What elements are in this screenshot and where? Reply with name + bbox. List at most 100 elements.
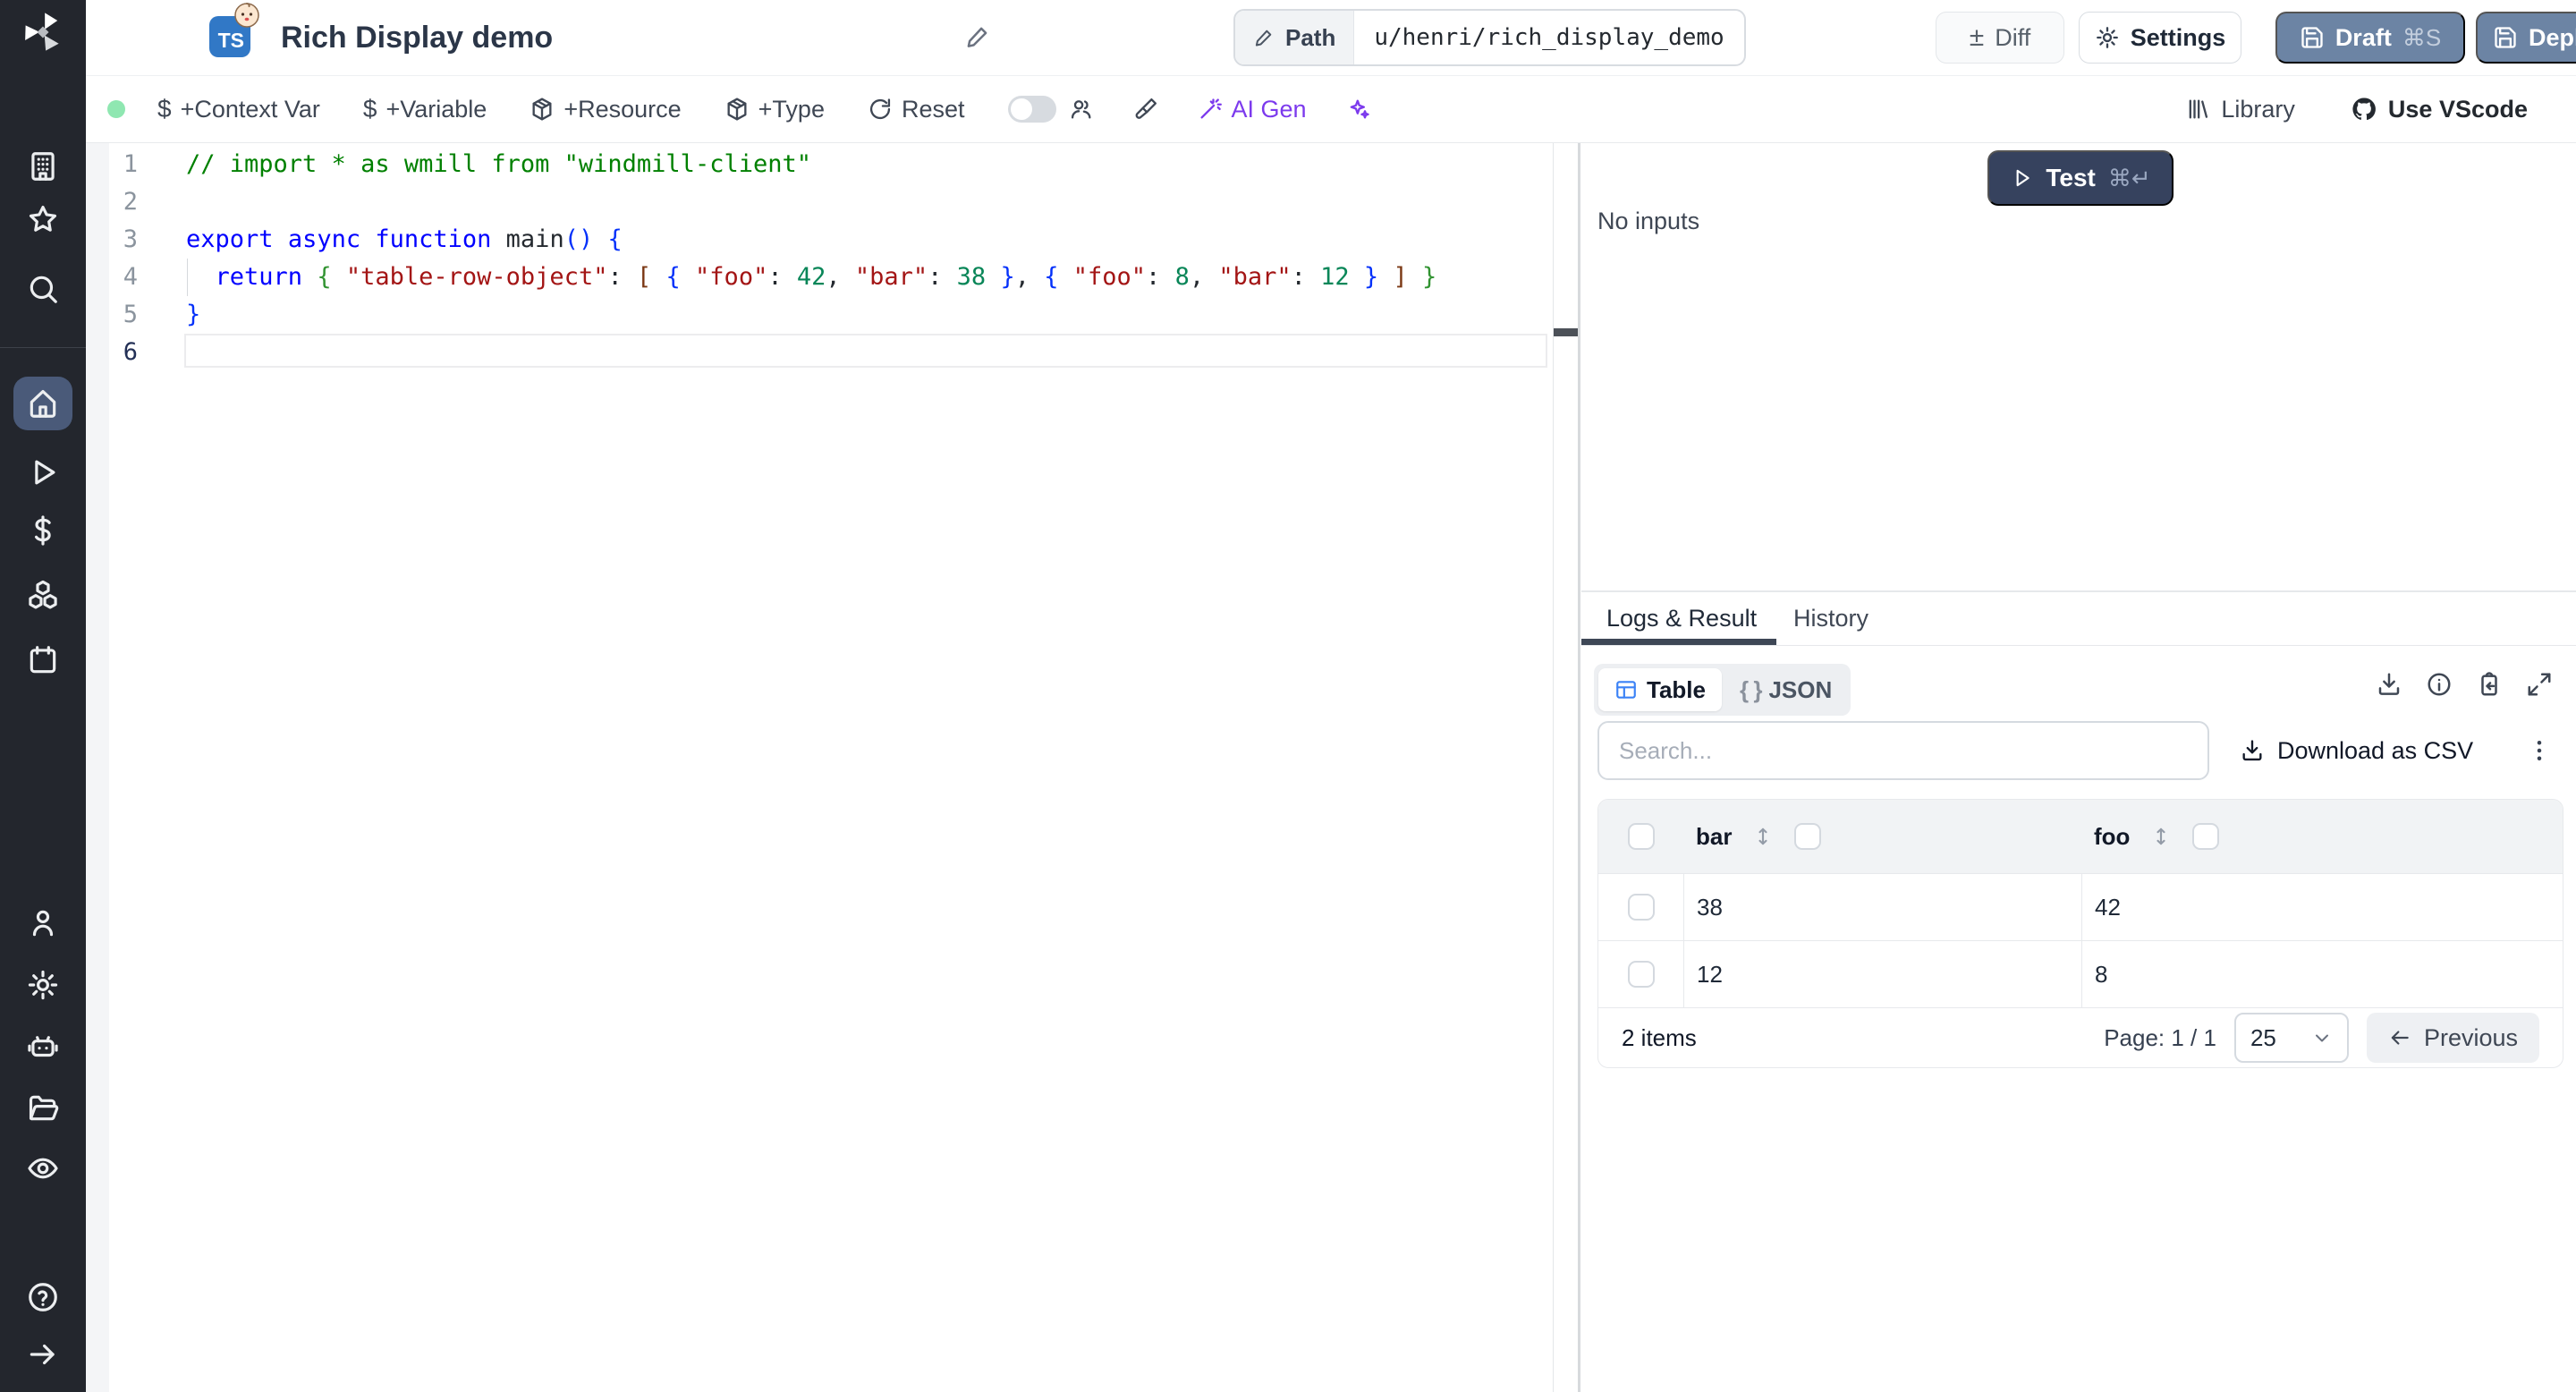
code-line[interactable]: 1// import * as wmill from "windmill-cli… <box>86 146 1553 183</box>
previous-page-button[interactable]: Previous <box>2366 1013 2539 1063</box>
draft-shortcut: ⌘S <box>2402 23 2442 51</box>
code-line[interactable]: 4 return { "table-row-object": [ { "foo"… <box>86 259 1553 296</box>
github-icon <box>2352 98 2376 121</box>
magic-wand-icon <box>1200 98 1222 119</box>
add-variable-button[interactable]: $ +Variable <box>363 95 487 123</box>
gear-icon <box>2096 27 2118 48</box>
edit-summary-icon[interactable] <box>964 23 991 50</box>
multiplayer-toggle[interactable] <box>1007 96 1056 123</box>
sort-icon[interactable] <box>2149 825 2173 848</box>
sidebar-item-help[interactable] <box>0 1272 86 1322</box>
people-icon <box>1071 100 1091 119</box>
play-icon <box>2016 169 2030 187</box>
add-type-button[interactable]: +Type <box>724 96 825 123</box>
play-icon <box>35 460 55 485</box>
indent-guide <box>187 259 188 296</box>
sparkles-icon[interactable] <box>1346 97 1371 122</box>
clipboard-copy-icon[interactable] <box>2476 671 2503 698</box>
use-vscode-button[interactable]: Use VScode <box>2351 96 2528 123</box>
column-header-bar[interactable]: bar <box>1696 823 1732 851</box>
result-table: bar foo 38 42 12 8 2 items Page: 1 / 1 25 <box>1597 799 2563 1068</box>
table-cell: 12 <box>1683 941 2081 1007</box>
reset-button[interactable]: Reset <box>868 96 965 123</box>
draft-button[interactable]: Draft ⌘S <box>2275 12 2465 64</box>
result-view-switch: Table { } JSON <box>1594 664 1852 716</box>
windmill-logo-icon[interactable] <box>20 9 66 55</box>
test-button[interactable]: Test ⌘↵ <box>1987 150 2174 206</box>
search-icon <box>30 276 57 303</box>
help-icon <box>29 1283 57 1311</box>
path-field[interactable]: Path u/henri/rich_display_demo <box>1233 9 1746 66</box>
sidebar-item-expand[interactable] <box>0 1329 86 1379</box>
sidebar-item-schedules[interactable] <box>0 635 86 685</box>
format-code-icon[interactable] <box>1133 97 1158 122</box>
settings-button[interactable]: Settings <box>2079 12 2241 64</box>
code-editor[interactable]: 1// import * as wmill from "windmill-cli… <box>86 143 1580 1392</box>
result-table-body: 38 42 12 8 <box>1598 873 2563 1007</box>
robot-icon <box>28 1036 58 1057</box>
line-number: 6 <box>123 338 138 366</box>
current-line-highlight <box>184 334 1547 368</box>
sidebar-item-workspace[interactable] <box>0 141 86 191</box>
download-csv-button[interactable]: Download as CSV <box>2240 721 2473 780</box>
add-context-var-button[interactable]: $ +Context Var <box>157 95 320 123</box>
select-all-checkbox[interactable] <box>1627 823 1655 850</box>
run-result-panel: Test ⌘↵ No inputs Logs & Result History … <box>1581 143 2576 1392</box>
sidebar-item-variables[interactable] <box>0 505 86 556</box>
folder-icon <box>29 1095 59 1121</box>
panel-splitter[interactable] <box>1578 143 1580 1392</box>
sidebar-item-folders[interactable] <box>0 1083 86 1133</box>
active-tab-underline <box>1581 639 1776 645</box>
eye-icon <box>28 1158 58 1179</box>
collaborators-icon[interactable] <box>1069 97 1094 122</box>
expand-icon[interactable] <box>2526 671 2553 698</box>
code-line[interactable]: 3 export async function main() { <box>86 221 1553 259</box>
sidebar-item-search[interactable] <box>0 264 86 314</box>
cubes-icon <box>29 580 57 609</box>
package-icon <box>727 98 747 121</box>
sidebar-item-home[interactable] <box>0 378 86 429</box>
sidebar-item-runs[interactable] <box>0 447 86 497</box>
result-table-header: bar foo <box>1598 800 2563 873</box>
row-checkbox[interactable] <box>1627 894 1655 921</box>
table-options-button[interactable] <box>2526 721 2553 780</box>
library-button[interactable]: Library <box>2185 96 2295 123</box>
table-cell: 42 <box>2081 874 2563 940</box>
line-number: 5 <box>123 301 138 328</box>
column-bar-checkbox[interactable] <box>1794 823 1822 850</box>
test-shortcut: ⌘↵ <box>2107 164 2151 191</box>
row-checkbox[interactable] <box>1627 961 1655 988</box>
calendar-icon <box>30 646 56 674</box>
info-icon[interactable] <box>2426 671 2453 698</box>
deploy-button[interactable]: Deploy <box>2476 12 2576 64</box>
top-header: TS Rich Display demo Path u/henri/rich_d… <box>86 0 2576 76</box>
sidebar-item-audit-logs[interactable] <box>0 1143 86 1193</box>
home-icon <box>30 389 56 418</box>
code-line[interactable]: 2 <box>86 183 1553 221</box>
tab-logs-result[interactable]: Logs & Result <box>1606 605 1757 632</box>
view-table-button[interactable]: Table <box>1598 668 1722 711</box>
chevron-down-icon <box>2315 1034 2328 1042</box>
add-resource-button[interactable]: +Resource <box>530 96 682 123</box>
refresh-icon <box>869 98 891 120</box>
sort-icon[interactable] <box>1751 825 1775 848</box>
sidebar-item-resources[interactable] <box>0 570 86 620</box>
diff-button[interactable]: ± Diff <box>1936 12 2064 64</box>
code-line[interactable]: 5} <box>86 296 1553 334</box>
save-icon <box>2301 27 2323 48</box>
sidebar-item-favorites[interactable] <box>0 194 86 244</box>
sidebar-item-users[interactable] <box>0 898 86 948</box>
view-json-button[interactable]: { } JSON <box>1725 668 1846 711</box>
save-icon <box>2495 27 2516 48</box>
column-header-foo[interactable]: foo <box>2094 823 2130 851</box>
ai-gen-button[interactable]: AI Gen <box>1198 96 1307 123</box>
search-input[interactable] <box>1597 721 2209 780</box>
sidebar-item-workers[interactable] <box>0 1022 86 1072</box>
sidebar-item-settings[interactable] <box>0 960 86 1010</box>
page-size-select[interactable]: 25 <box>2233 1013 2349 1063</box>
table-row: 38 42 <box>1598 873 2563 940</box>
column-foo-checkbox[interactable] <box>2192 823 2220 850</box>
download-icon[interactable] <box>2376 671 2402 698</box>
tab-history[interactable]: History <box>1793 605 1868 632</box>
kebab-menu-icon <box>2537 741 2542 760</box>
